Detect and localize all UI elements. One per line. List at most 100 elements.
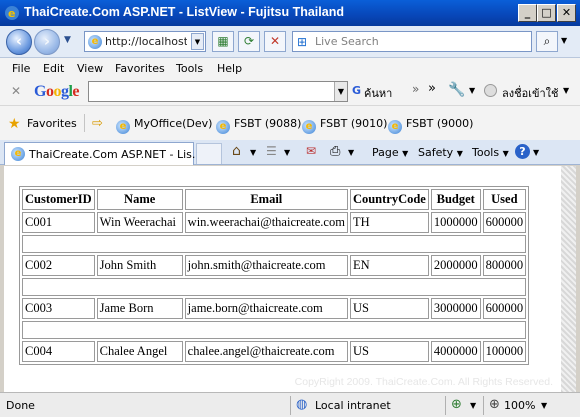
more-tools-icon[interactable]: » (428, 81, 436, 96)
home-dropdown-icon[interactable]: ▼ (250, 148, 256, 157)
favorites-star-icon: ★ (8, 116, 21, 132)
cell-used: 800000 (482, 255, 527, 276)
status-bar: Done ◍ Local intranet ⊕ ▼ ⊕ 100% ▼ (0, 392, 580, 417)
compatibility-view-icon[interactable]: ▦ (212, 31, 234, 52)
cell-customerid: C001 (22, 212, 95, 233)
favorites-button[interactable]: Favorites (27, 117, 77, 130)
stop-icon[interactable]: ✕ (264, 31, 286, 52)
home-icon[interactable]: ⌂ (232, 143, 241, 159)
favorite-link-fsbt-9010[interactable]: e FSBT (9010) (302, 117, 387, 134)
print-icon[interactable]: ⎙ (330, 144, 340, 159)
live-search-icon: ⊞ (297, 35, 308, 49)
cell-budget: 1000000 (430, 212, 481, 233)
minimize-button[interactable]: _ (518, 4, 537, 22)
add-favorite-icon[interactable]: ⇨ (92, 116, 103, 131)
table-row: C001 Win Weerachai win.weerachai@thaicre… (22, 212, 527, 233)
back-button[interactable]: ‹ (6, 29, 32, 55)
tab-current[interactable]: e ThaiCreate.Com ASP.NET - Lis... (4, 142, 202, 165)
cell-customerid: C003 (22, 298, 95, 319)
intranet-globe-icon: ◍ (296, 397, 308, 412)
column-header-countrycode: CountryCode (349, 189, 429, 210)
cell-countrycode: US (349, 298, 429, 319)
address-input[interactable]: e http://localhost/ ▼ (84, 31, 206, 52)
cell-email: chalee.angel@thaicreate.com (184, 341, 348, 362)
cell-used: 600000 (482, 212, 527, 233)
signin-icon (484, 84, 497, 97)
ie-page-icon: e (388, 120, 402, 134)
ie-page-icon: e (302, 120, 316, 134)
search-options-icon[interactable]: ▼ (561, 36, 567, 45)
address-dropdown-icon[interactable]: ▼ (191, 33, 204, 50)
protected-mode-icon[interactable]: ⊕ (451, 397, 462, 412)
google-search-input[interactable]: ▼ (88, 81, 348, 102)
zoom-level[interactable]: 100% (504, 399, 535, 412)
chevron-right-icon[interactable]: » (412, 82, 419, 96)
forward-button[interactable]: › (34, 29, 60, 55)
menu-view[interactable]: View (77, 62, 103, 75)
tools-menu[interactable]: Tools ▼ (472, 146, 509, 159)
table-row: C004 Chalee Angel chalee.angel@thaicreat… (22, 341, 527, 362)
column-header-used: Used (482, 189, 527, 210)
internet-explorer-icon: e (5, 6, 19, 20)
maximize-button[interactable]: □ (537, 4, 556, 22)
recent-pages-dropdown-icon[interactable]: ▼ (64, 35, 71, 45)
wrench-icon[interactable]: 🔧 (448, 82, 465, 98)
cell-name: Chalee Angel (96, 341, 183, 362)
feeds-icon[interactable]: ☰ (266, 144, 277, 158)
menu-tools[interactable]: Tools (176, 62, 203, 75)
menu-bar: File Edit View Favorites Tools Help (0, 58, 580, 78)
search-placeholder: Live Search (315, 35, 379, 48)
favorite-link-myoffice[interactable]: e MyOffice(Dev) (116, 117, 212, 134)
protected-mode-dropdown-icon[interactable]: ▼ (470, 401, 476, 410)
ie-page-icon: e (216, 120, 230, 134)
separator-row (22, 235, 527, 253)
help-dropdown-icon[interactable]: ▼ (533, 148, 539, 157)
help-icon[interactable]: ? (515, 144, 530, 159)
wrench-dropdown-icon[interactable]: ▼ (469, 86, 475, 95)
cell-customerid: C002 (22, 255, 95, 276)
zoom-icon: ⊕ (489, 397, 500, 412)
signin-link[interactable]: ลงชื่อเข้าใช้ (502, 84, 558, 102)
google-search-icon[interactable]: G (352, 84, 361, 97)
cell-countrycode: EN (349, 255, 429, 276)
security-zone-label[interactable]: Local intranet (315, 399, 391, 412)
page-menu[interactable]: Page ▼ (372, 146, 408, 159)
safety-menu[interactable]: Safety ▼ (418, 146, 463, 159)
cell-name: Win Weerachai (96, 212, 183, 233)
page-content: CustomerID Name Email CountryCode Budget… (4, 166, 561, 392)
menu-edit[interactable]: Edit (43, 62, 64, 75)
svg-text:e: e (8, 7, 15, 20)
google-search-dropdown-icon[interactable]: ▼ (334, 82, 347, 101)
favorite-link-fsbt-9088[interactable]: e FSBT (9088) (216, 117, 301, 134)
chevron-down-icon: ▼ (456, 149, 463, 158)
search-button[interactable]: ⌕ (536, 31, 558, 52)
vertical-scrollbar[interactable] (561, 166, 576, 392)
menu-file[interactable]: File (12, 62, 30, 75)
cell-used: 100000 (482, 341, 527, 362)
cell-email: jame.born@thaicreate.com (184, 298, 348, 319)
zoom-dropdown-icon[interactable]: ▼ (541, 401, 547, 410)
copyright-watermark: CopyRight 2009. ThaiCreate.Com. All Righ… (294, 376, 553, 388)
ie-page-icon: e (116, 120, 130, 134)
menu-help[interactable]: Help (217, 62, 242, 75)
feeds-dropdown-icon[interactable]: ▼ (284, 148, 290, 157)
cell-countrycode: TH (349, 212, 429, 233)
favorite-link-fsbt-9000[interactable]: e FSBT (9000) (388, 117, 473, 134)
read-mail-icon[interactable]: ✉ (306, 144, 316, 158)
signin-dropdown-icon[interactable]: ▼ (563, 86, 569, 95)
cell-customerid: C004 (22, 341, 95, 362)
cell-budget: 3000000 (430, 298, 481, 319)
column-header-customerid: CustomerID (22, 189, 95, 210)
print-dropdown-icon[interactable]: ▼ (348, 148, 354, 157)
close-button[interactable]: ✕ (557, 4, 576, 22)
tab-bar: e ThaiCreate.Com ASP.NET - Lis... ⌂ ▼ ☰ … (0, 140, 580, 165)
google-toolbar: ✕ Google ▼ G ค้นหา » » 🔧 ▼ ลงชื่อเข้าใช้… (0, 78, 580, 106)
new-tab-button[interactable] (196, 143, 222, 164)
page-icon: e (88, 35, 102, 49)
close-toolbar-icon[interactable]: ✕ (11, 84, 21, 98)
tab-page-icon: e (11, 147, 25, 161)
refresh-icon[interactable]: ⟳ (238, 31, 260, 52)
google-search-button-label[interactable]: ค้นหา (364, 84, 392, 102)
menu-favorites[interactable]: Favorites (115, 62, 165, 75)
search-input[interactable]: ⊞ Live Search (292, 31, 532, 52)
